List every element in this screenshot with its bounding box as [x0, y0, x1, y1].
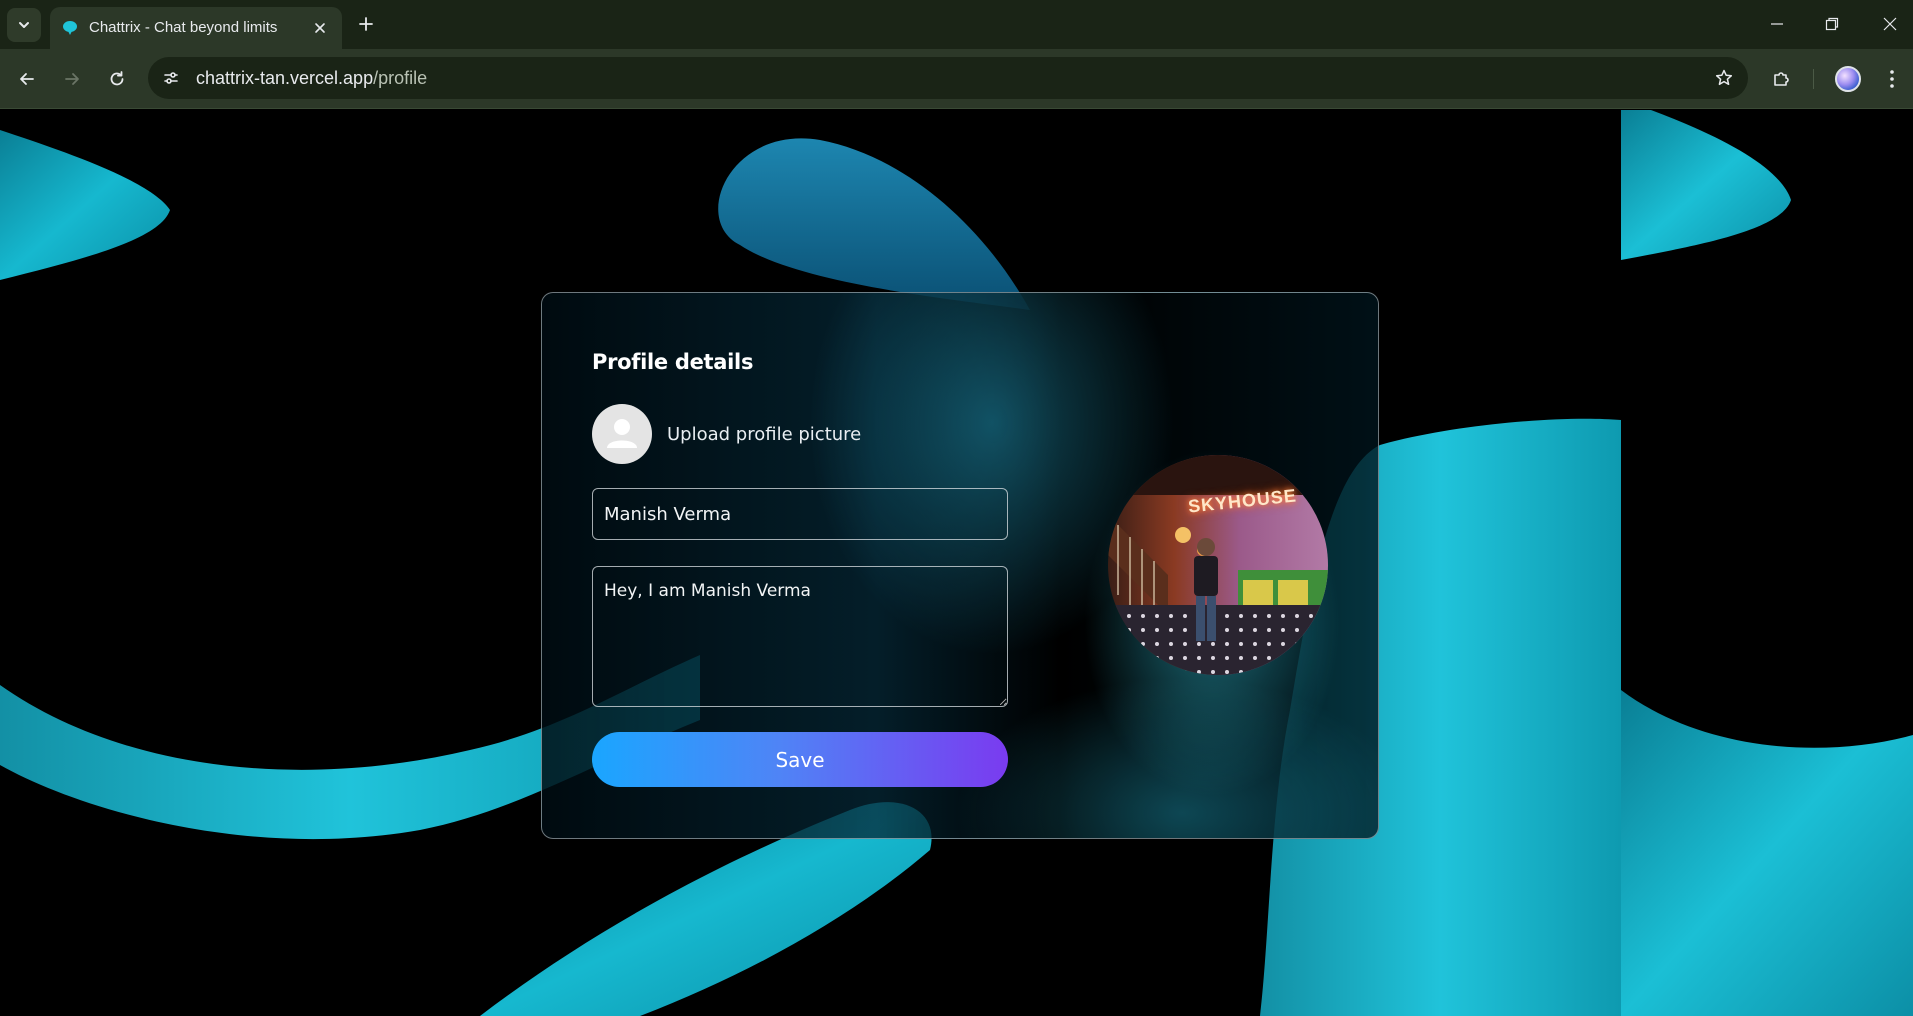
star-icon: [1715, 69, 1733, 86]
address-bar[interactable]: chattrix-tan.vercel.app/profile: [148, 57, 1748, 99]
browser-toolbar: chattrix-tan.vercel.app/profile: [0, 49, 1913, 109]
close-icon: [1883, 17, 1897, 31]
reload-button[interactable]: [101, 63, 133, 95]
puzzle-icon: [1774, 72, 1789, 86]
tab-close-button[interactable]: [310, 18, 330, 38]
plus-icon: [359, 17, 373, 31]
name-input[interactable]: [592, 488, 1008, 540]
new-tab-button[interactable]: [353, 11, 379, 37]
url-path: /profile: [373, 68, 428, 88]
minimize-button[interactable]: [1759, 9, 1795, 39]
close-window-button[interactable]: [1872, 9, 1908, 39]
browser-tab-active[interactable]: Chattrix - Chat beyond limits: [50, 7, 342, 49]
tab-list-button[interactable]: [7, 8, 41, 42]
reload-icon: [110, 71, 124, 86]
profile-photo: SKYHOUSE: [1108, 455, 1328, 675]
extensions-button[interactable]: [1765, 63, 1797, 95]
user-icon: [607, 419, 637, 448]
tab-title: Chattrix - Chat beyond limits: [89, 19, 278, 36]
kebab-menu-icon: [1890, 70, 1894, 88]
minimize-icon: [1771, 23, 1783, 25]
browser-menu-button[interactable]: [1876, 63, 1908, 95]
save-button[interactable]: Save: [592, 732, 1008, 787]
back-button[interactable]: [11, 63, 43, 95]
tune-icon: [164, 72, 178, 84]
page-viewport: Profile details Upload profile picture H…: [0, 110, 1913, 1016]
forward-button[interactable]: [56, 63, 88, 95]
right-background-panel: [1621, 110, 1913, 1016]
chat-bubble-icon: [63, 21, 77, 35]
arrow-right-icon: [65, 73, 79, 85]
url-host: chattrix-tan.vercel.app: [196, 68, 374, 88]
bio-textarea[interactable]: Hey, I am Manish Verma: [592, 566, 1008, 707]
profile-button[interactable]: [1832, 63, 1864, 95]
upload-profile-picture[interactable]: Upload profile picture: [592, 404, 861, 464]
close-icon: [315, 23, 325, 33]
site-info-button[interactable]: [158, 65, 184, 91]
avatar-placeholder[interactable]: [592, 404, 652, 464]
chevron-down-icon: [19, 22, 29, 28]
bookmark-button[interactable]: [1712, 66, 1736, 90]
profile-card: Profile details Upload profile picture H…: [541, 292, 1379, 839]
page-title: Profile details: [592, 350, 754, 374]
browser-tab-bar: Chattrix - Chat beyond limits: [0, 0, 1913, 49]
arrow-left-icon: [20, 73, 34, 85]
restore-button[interactable]: [1814, 9, 1850, 39]
upload-label: Upload profile picture: [667, 423, 862, 445]
restore-icon: [1825, 17, 1839, 31]
background-shapes-right: [1621, 110, 1913, 1016]
toolbar-divider: [1813, 69, 1814, 89]
avatar-icon: [1835, 66, 1861, 92]
url-text: chattrix-tan.vercel.app/profile: [196, 68, 427, 89]
